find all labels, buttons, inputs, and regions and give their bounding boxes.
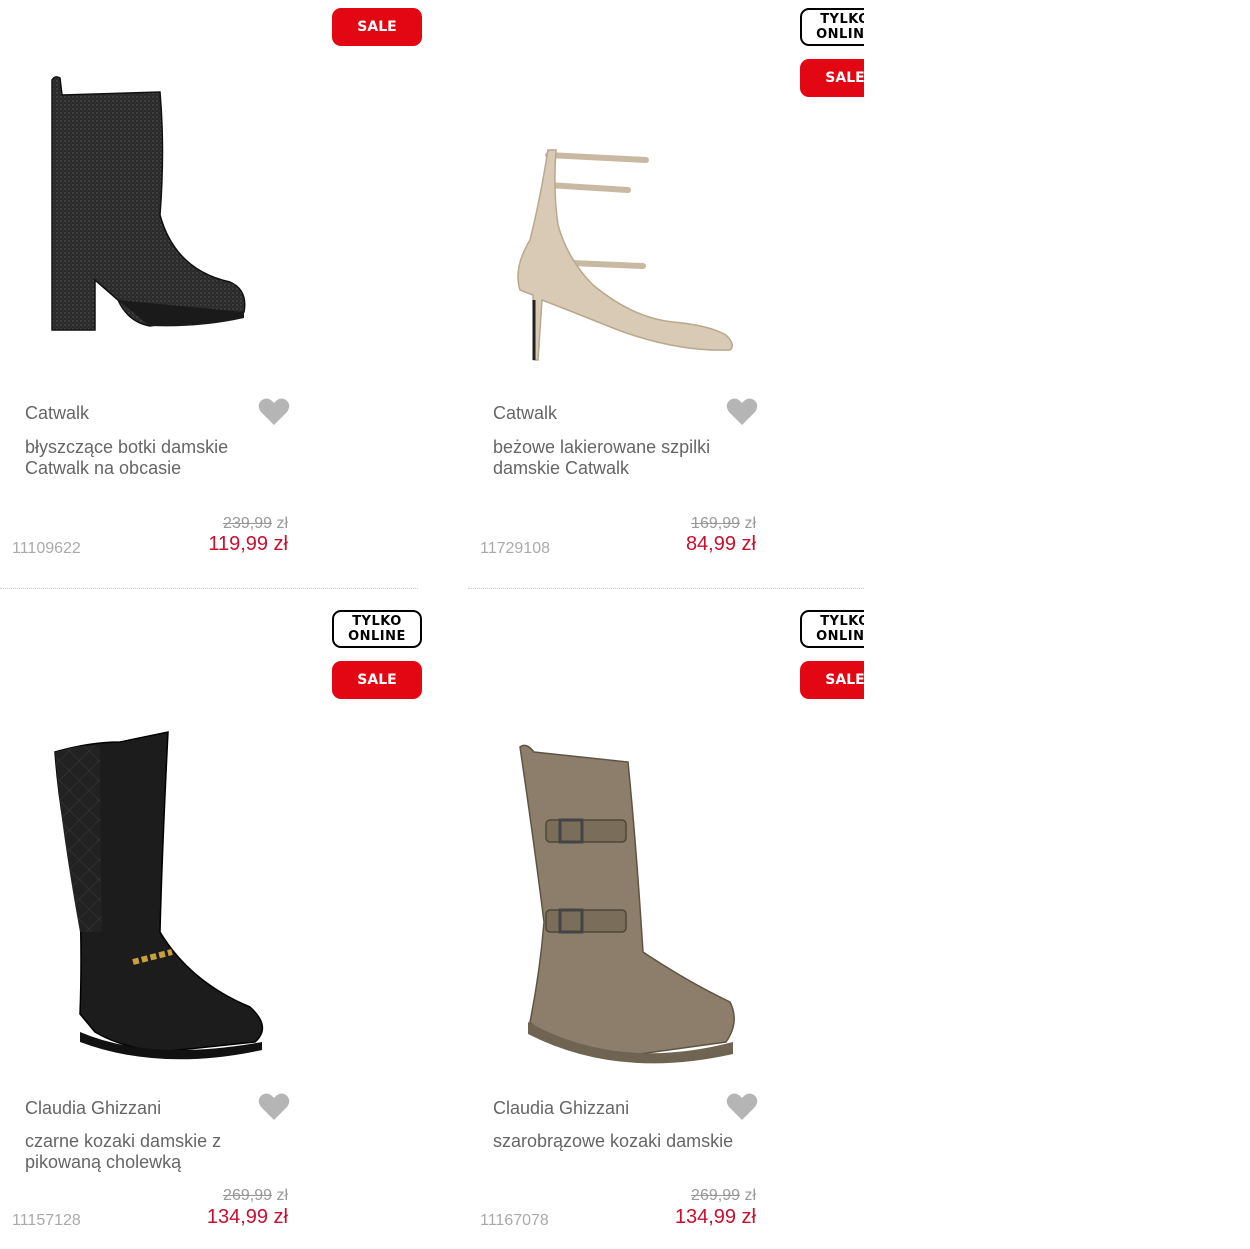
product-card[interactable]: TYLKOONLINE SALE Claudia Ghizzani szarob… xyxy=(468,602,864,1229)
product-brand: Claudia Ghizzani xyxy=(493,1098,630,1118)
beige-strappy-pump-image[interactable] xyxy=(468,0,864,380)
product-card[interactable]: SALE Catwalk błyszczące botki damskie Ca… xyxy=(0,0,422,590)
product-sku: 11109622 xyxy=(12,540,81,557)
product-name[interactable]: błyszczące botki damskie Catwalk na obca… xyxy=(25,437,285,479)
sale-price: 134,99 zł xyxy=(674,1206,756,1228)
product-sku: 11167078 xyxy=(480,1212,549,1229)
product-brand: Catwalk xyxy=(493,403,558,423)
old-price: 169,99 zł xyxy=(691,515,756,532)
divider xyxy=(0,588,418,589)
sale-price: 134,99 zł xyxy=(206,1206,288,1228)
black-quilted-knee-boot-image[interactable] xyxy=(0,602,420,1072)
old-price: 269,99 zł xyxy=(691,1187,756,1204)
product-name[interactable]: czarne kozaki damskie z pikowaną cholewk… xyxy=(25,1131,285,1173)
taupe-combat-boot-image[interactable] xyxy=(468,602,864,1072)
product-brand: Claudia Ghizzani xyxy=(25,1098,162,1118)
black-glitter-platform-boot-image[interactable] xyxy=(0,0,420,380)
product-sku: 11157128 xyxy=(12,1212,81,1229)
product-card[interactable]: TYLKO ONLINE SALE Claudia Ghizzani czarne… xyxy=(0,602,422,1229)
heart-icon[interactable] xyxy=(258,1092,290,1122)
sale-price: 119,99 zł xyxy=(208,533,288,555)
heart-icon[interactable] xyxy=(258,397,290,427)
old-price: 269,99 zł xyxy=(223,1187,288,1204)
product-brand: Catwalk xyxy=(25,403,90,423)
heart-icon[interactable] xyxy=(726,1092,758,1122)
sale-price: 84,99 zł xyxy=(685,533,756,555)
old-price: 239,99 zł xyxy=(223,515,288,532)
product-sku: 11729108 xyxy=(480,540,550,557)
product-grid: SALE Catwalk błyszczące botki damskie Ca… xyxy=(0,0,864,1249)
product-name[interactable]: szarobrązowe kozaki damskie xyxy=(493,1131,753,1152)
product-name[interactable]: beżowe lakierowane szpilki damskie Catwa… xyxy=(493,437,753,479)
divider xyxy=(468,588,864,589)
heart-icon[interactable] xyxy=(726,397,758,427)
product-card[interactable]: TYLKOONLINE SALE Catwalk beżowe lakierow… xyxy=(468,0,864,590)
